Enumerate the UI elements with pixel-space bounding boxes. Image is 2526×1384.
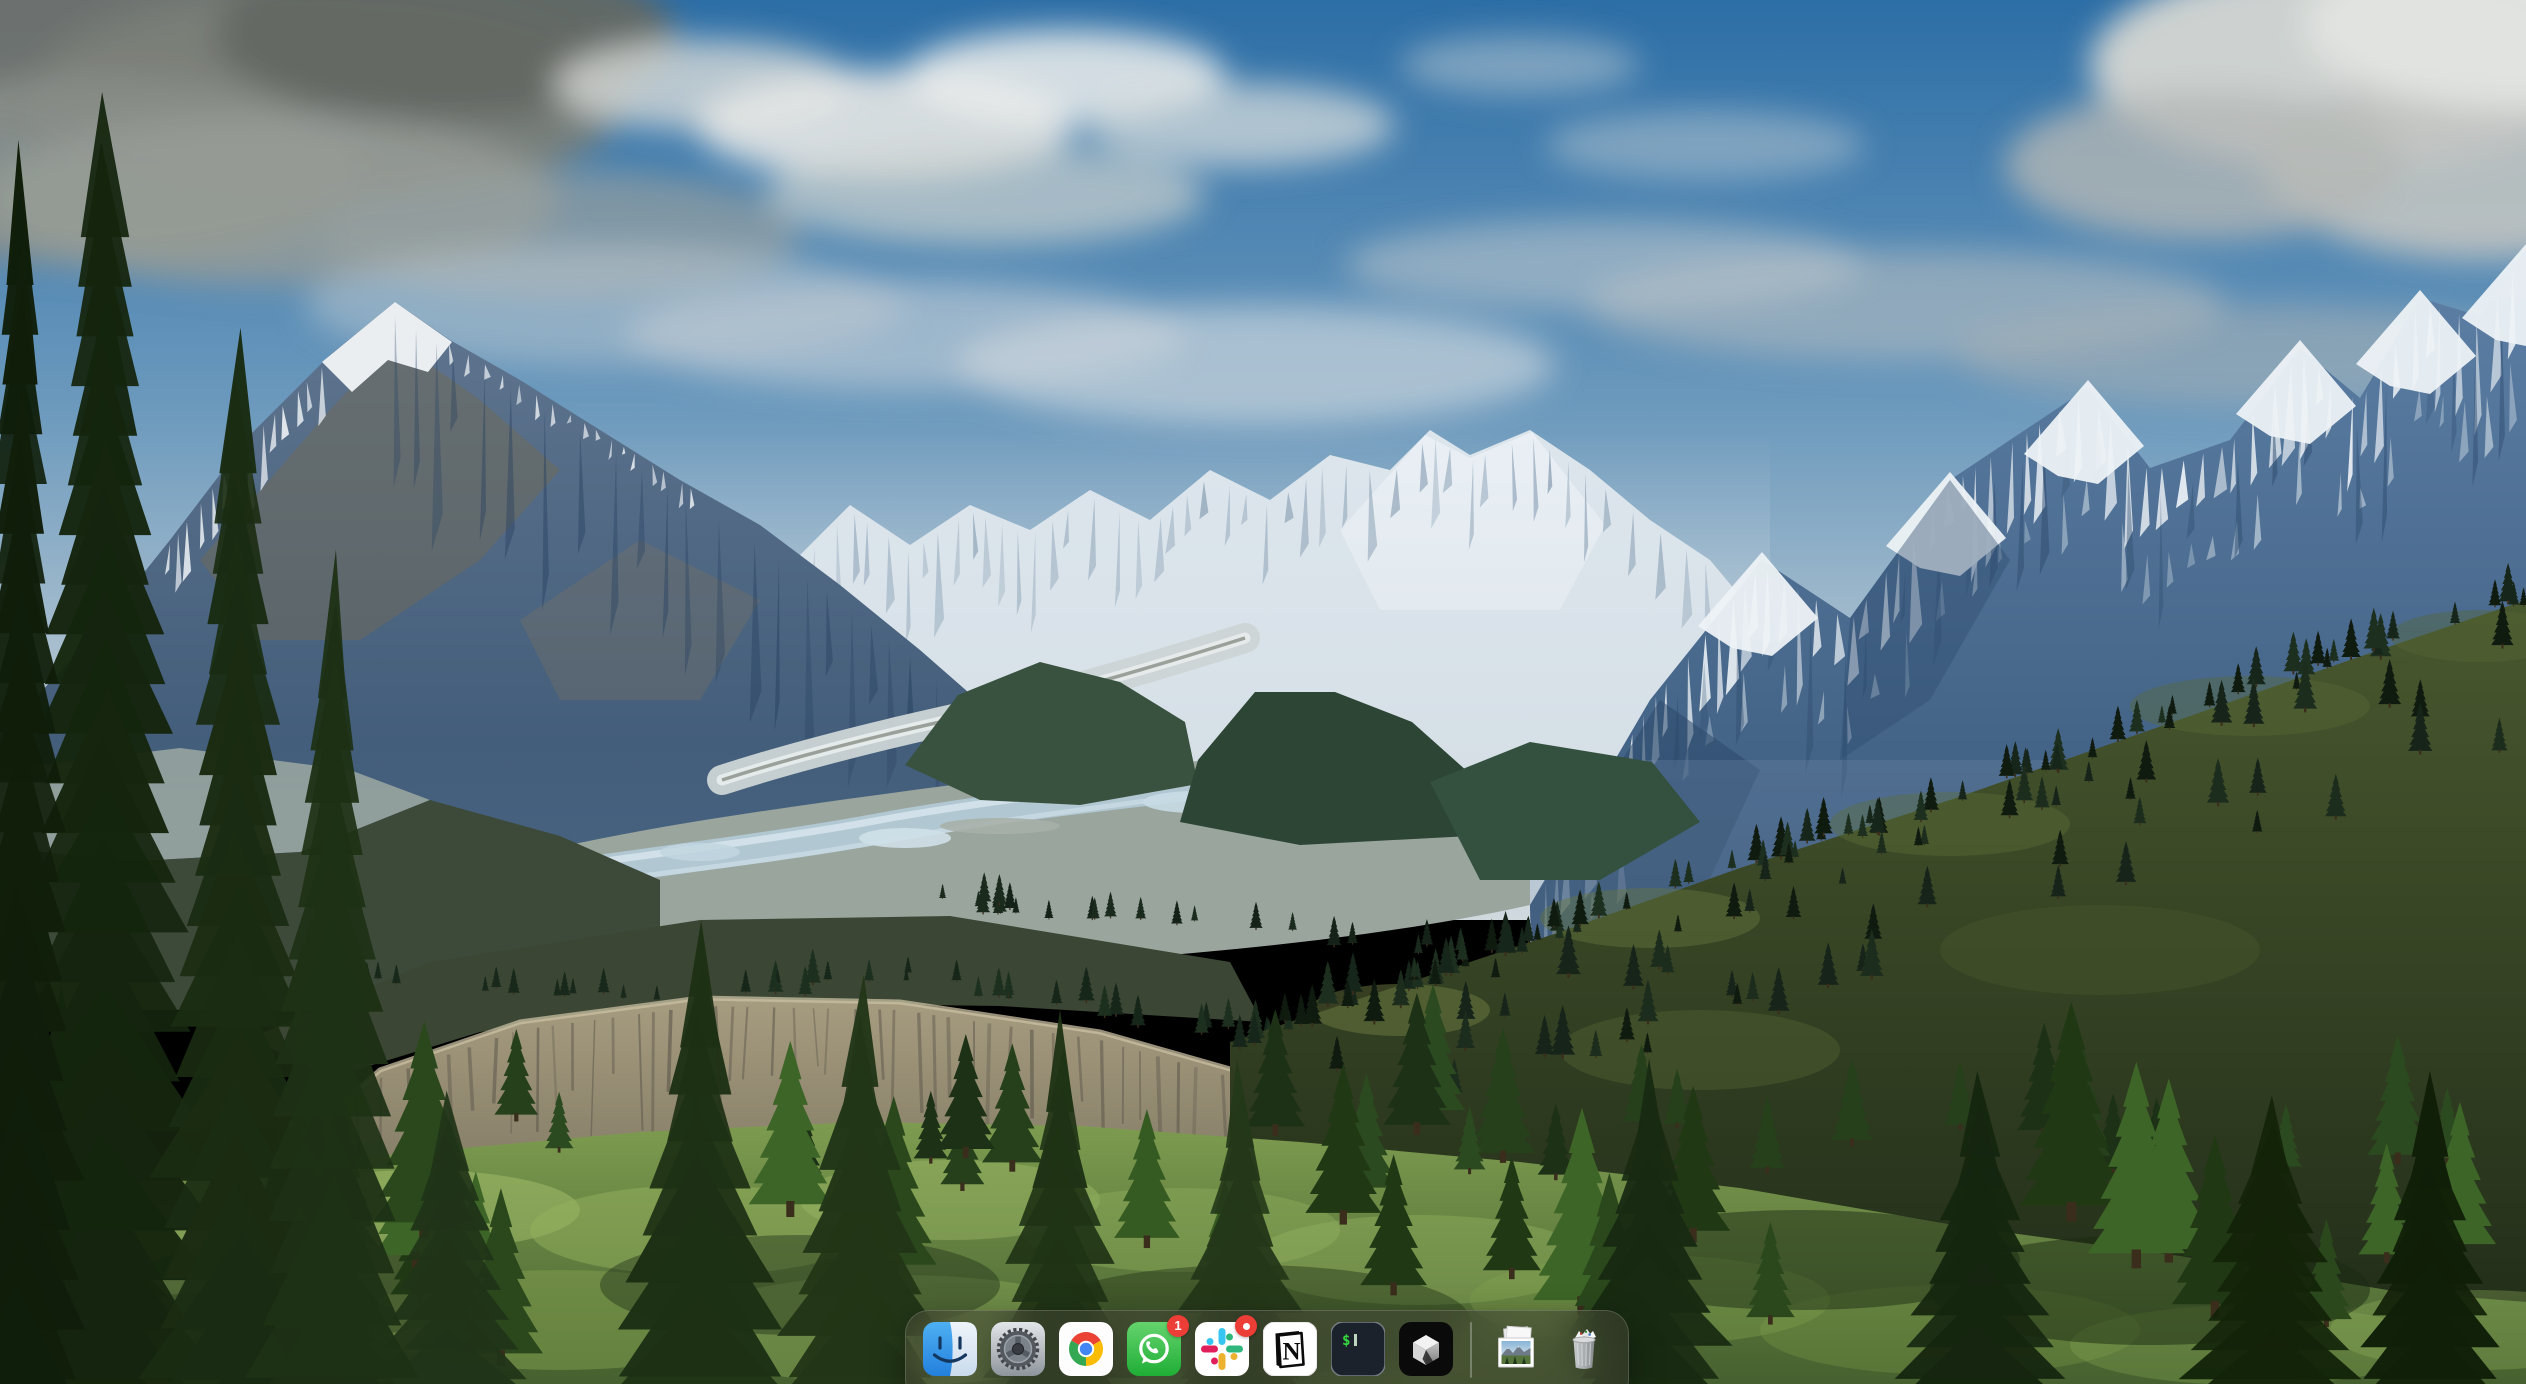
- desktop-wallpaper: [0, 0, 2526, 1384]
- dock-item-whatsapp[interactable]: 1: [1127, 1322, 1181, 1376]
- dock-item-system-settings[interactable]: [991, 1322, 1045, 1376]
- dock-separator: [1470, 1322, 1472, 1378]
- image-file-stack-icon: [1489, 1322, 1543, 1376]
- dock-item-terminal[interactable]: $: [1331, 1322, 1385, 1376]
- terminal-icon: $: [1331, 1322, 1385, 1376]
- terminal-cursor: [1354, 1334, 1357, 1346]
- dock-item-finder[interactable]: [923, 1322, 977, 1376]
- dock-item-notion[interactable]: N: [1263, 1322, 1317, 1376]
- whatsapp-unread-badge: 1: [1167, 1315, 1189, 1337]
- system-settings-gear-icon: [991, 1322, 1045, 1376]
- finder-icon: [923, 1322, 977, 1376]
- dock-item-downloads-image-stack[interactable]: [1489, 1322, 1543, 1376]
- dock-item-chrome[interactable]: [1059, 1322, 1113, 1376]
- trash-full-icon: [1557, 1322, 1611, 1376]
- screen: 1 N $: [0, 0, 2526, 1384]
- dock-item-cursor[interactable]: [1399, 1322, 1453, 1376]
- notion-icon: N: [1263, 1322, 1317, 1376]
- cursor-app-icon: [1399, 1322, 1453, 1376]
- dock-item-slack[interactable]: [1195, 1322, 1249, 1376]
- dock-item-trash[interactable]: [1557, 1322, 1611, 1376]
- notion-letter: N: [1282, 1339, 1300, 1366]
- unread-dot: [1243, 1323, 1250, 1330]
- dock: 1 N $: [905, 1310, 1629, 1384]
- chrome-icon: [1059, 1322, 1113, 1376]
- slack-unread-dot-badge: [1235, 1315, 1257, 1337]
- terminal-prompt-text: $: [1342, 1333, 1350, 1349]
